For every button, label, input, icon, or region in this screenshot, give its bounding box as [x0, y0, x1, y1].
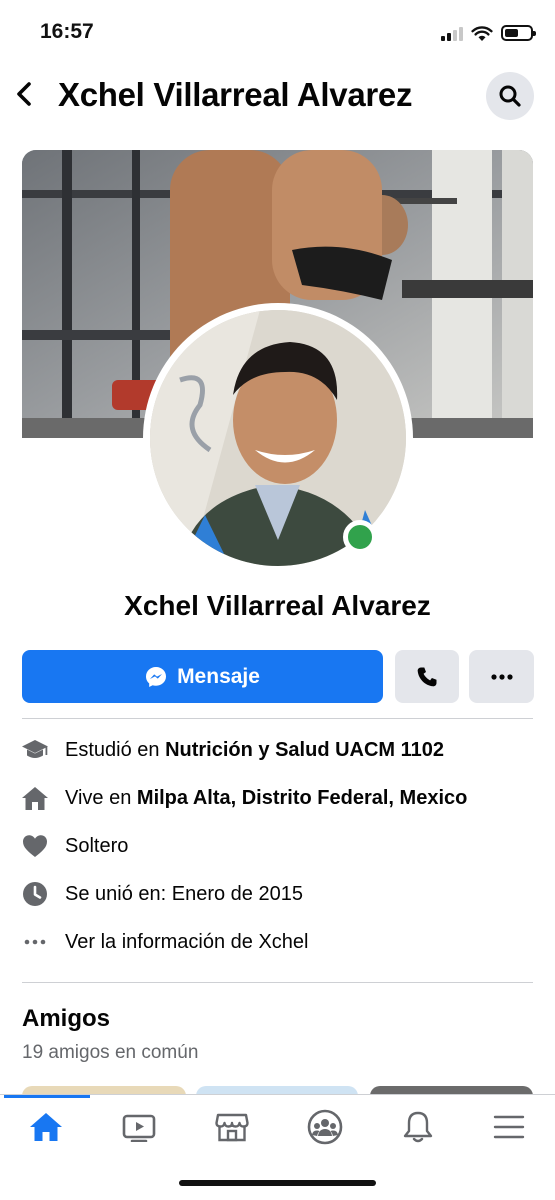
- phone-icon: [417, 667, 437, 686]
- marketplace-icon: [215, 1113, 249, 1142]
- back-button[interactable]: [10, 76, 38, 112]
- education-text: Estudió en Nutrición y Salud UACM 1102: [65, 739, 444, 762]
- home-icon: [20, 783, 50, 813]
- more-button[interactable]: [469, 650, 534, 703]
- nav-home[interactable]: [18, 1105, 74, 1149]
- ellipsis-icon: [490, 673, 513, 680]
- online-status-dot: [343, 520, 377, 554]
- divider: [22, 718, 533, 719]
- menu-icon: [493, 1115, 525, 1139]
- nav-groups[interactable]: [297, 1105, 353, 1149]
- lives-value[interactable]: Milpa Alta, Distrito Federal, Mexico: [137, 787, 467, 809]
- battery-icon: [501, 25, 536, 41]
- video-icon: [122, 1114, 156, 1142]
- lives-prefix: Vive en: [65, 786, 137, 809]
- signal-icon: [441, 25, 463, 41]
- status-time: 16:57: [40, 20, 94, 43]
- divider: [22, 982, 533, 983]
- education-prefix: Estudió en: [65, 738, 166, 761]
- friends-title[interactable]: Amigos: [22, 1005, 110, 1033]
- home-icon: [30, 1113, 62, 1141]
- detail-joined: Se unió en: Enero de 2015: [0, 870, 555, 918]
- nav-menu[interactable]: [481, 1105, 537, 1149]
- heart-icon: [20, 831, 50, 861]
- call-button[interactable]: [395, 650, 459, 703]
- graduation-cap-icon: [20, 735, 50, 765]
- wifi-icon: [471, 25, 493, 41]
- relationship-text: Soltero: [65, 834, 129, 857]
- bell-icon: [403, 1111, 433, 1143]
- clock-icon: [20, 879, 50, 909]
- nav-marketplace[interactable]: [204, 1105, 260, 1149]
- nav-notifications[interactable]: [390, 1105, 446, 1149]
- detail-see-more[interactable]: Ver la información de Xchel: [0, 918, 555, 966]
- header-title: Xchel Villarreal Alvarez: [58, 76, 413, 113]
- friends-subtitle: 19 amigos en común: [22, 1042, 199, 1063]
- groups-icon: [307, 1109, 343, 1145]
- detail-relationship: Soltero: [0, 822, 555, 870]
- status-icons: [441, 22, 536, 44]
- status-bar: 16:57: [0, 0, 555, 64]
- ellipsis-icon: [20, 927, 50, 957]
- search-button[interactable]: [486, 72, 534, 120]
- profile-header: Xchel Villarreal Alvarez: [0, 64, 555, 128]
- detail-lives: Vive en Milpa Alta, Distrito Federal, Me…: [0, 774, 555, 822]
- lives-text: Vive en Milpa Alta, Distrito Federal, Me…: [65, 787, 467, 810]
- message-button-label: Mensaje: [177, 664, 260, 688]
- nav-active-indicator: [4, 1095, 90, 1098]
- search-icon: [499, 85, 521, 107]
- joined-text: Se unió en: Enero de 2015: [65, 882, 303, 905]
- profile-name: Xchel Villarreal Alvarez: [124, 590, 431, 621]
- education-value[interactable]: Nutrición y Salud UACM 1102: [165, 739, 444, 761]
- messenger-icon: [146, 666, 167, 687]
- home-indicator: [179, 1180, 376, 1186]
- chevron-left-icon: [17, 82, 31, 106]
- message-button[interactable]: Mensaje: [22, 650, 383, 703]
- see-more-text[interactable]: Ver la información de Xchel: [65, 931, 308, 954]
- nav-video[interactable]: [111, 1105, 167, 1149]
- detail-education: Estudió en Nutrición y Salud UACM 1102: [0, 726, 555, 774]
